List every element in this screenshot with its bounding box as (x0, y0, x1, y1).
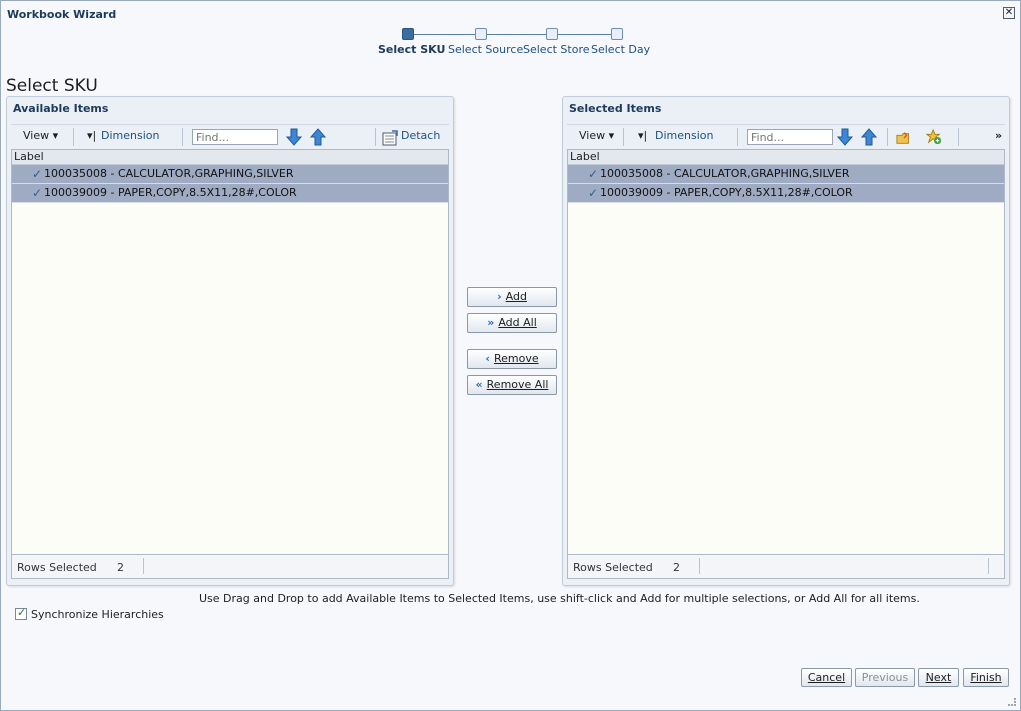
train-stop-select-day[interactable] (611, 28, 623, 40)
add-all-button[interactable]: » Add All (467, 313, 557, 333)
chevron-right-icon: › (497, 290, 502, 303)
label-column-header[interactable]: Label (568, 150, 1004, 165)
remove-label: Remove (493, 352, 539, 365)
rows-selected-label: Rows Selected (573, 561, 653, 574)
favorite-add-icon[interactable] (926, 128, 942, 146)
overflow-chevron-icon[interactable]: » (995, 129, 1002, 142)
label-column-header[interactable]: Label (12, 150, 448, 165)
table-row[interactable]: ✓ 100035008 - CALCULATOR,GRAPHING,SILVER (568, 165, 1004, 184)
workbook-wizard-dialog: Workbook Wizard ✕ Select SKU Select Sour… (0, 0, 1021, 711)
row-label: 100035008 - CALCULATOR,GRAPHING,SILVER (44, 167, 294, 180)
folder-icon[interactable] (896, 129, 912, 147)
train-line (414, 34, 614, 35)
checkmark-icon: ✓ (588, 186, 599, 200)
chevron-left-icon: ‹ (485, 352, 490, 365)
toolbar-separator (623, 128, 624, 146)
checkmark-icon: ✓ (588, 167, 599, 181)
arrow-up-icon[interactable] (310, 128, 326, 146)
toolbar-separator (182, 128, 183, 146)
available-toolbar: View ▾ ▾| Dimension Detach (11, 124, 449, 148)
step-label-select-day[interactable]: Select Day (591, 43, 650, 56)
remove-button[interactable]: ‹ Remove (467, 349, 557, 369)
page-heading: Select SKU (6, 76, 98, 96)
close-icon[interactable]: ✕ (1003, 7, 1015, 19)
dimension-dropdown-icon[interactable]: ▾| (638, 129, 647, 142)
resize-grip-icon[interactable] (1008, 698, 1016, 706)
rows-selected-label: Rows Selected (17, 561, 97, 574)
row-label: 100035008 - CALCULATOR,GRAPHING,SILVER (600, 167, 850, 180)
add-label: Add (505, 290, 527, 303)
double-chevron-left-icon: « (475, 378, 483, 391)
rows-selected-count: 2 (117, 561, 124, 574)
available-items-title: Available Items (13, 102, 109, 115)
row-label: 100039009 - PAPER,COPY,8.5X11,28#,COLOR (600, 186, 853, 199)
previous-button[interactable]: Previous (855, 668, 915, 687)
selected-items-table: Label ✓ 100035008 - CALCULATOR,GRAPHING,… (567, 149, 1005, 555)
title-bar: Workbook Wizard ✕ (1, 1, 1020, 27)
view-menu-button[interactable]: View ▾ (23, 129, 58, 142)
train-stop-select-sku[interactable] (402, 28, 414, 40)
selected-status-bar: Rows Selected 2 (567, 555, 1005, 579)
add-all-label: Add All (498, 316, 537, 329)
toolbar-separator (887, 128, 888, 146)
arrow-down-icon[interactable] (286, 128, 302, 146)
step-label-select-source[interactable]: Select Source (448, 43, 523, 56)
status-separator (699, 558, 700, 574)
checkmark-icon: ✓ (32, 186, 43, 200)
status-separator (143, 558, 144, 574)
available-items-table: Label ✓ 100035008 - CALCULATOR,GRAPHING,… (11, 149, 449, 555)
selected-toolbar: View ▾ ▾| Dimension » (567, 124, 1005, 148)
table-row[interactable]: ✓ 100039009 - PAPER,COPY,8.5X11,28#,COLO… (12, 184, 448, 203)
table-row[interactable]: ✓ 100035008 - CALCULATOR,GRAPHING,SILVER (12, 165, 448, 184)
toolbar-separator (737, 128, 738, 146)
selected-find-input[interactable] (747, 129, 833, 145)
rows-selected-count: 2 (673, 561, 680, 574)
remove-all-label: Remove All (486, 378, 549, 391)
detach-icon[interactable] (382, 129, 398, 147)
toolbar-separator (73, 128, 74, 146)
view-menu-button[interactable]: View ▾ (579, 129, 614, 142)
arrow-up-icon[interactable] (861, 128, 877, 146)
available-items-panel: Available Items View ▾ ▾| Dimension Deta… (6, 96, 454, 586)
double-chevron-right-icon: » (487, 316, 495, 329)
selected-items-title: Selected Items (569, 102, 662, 115)
wizard-train: Select SKU Select Source Select Store Se… (371, 27, 651, 59)
remove-all-button[interactable]: «Remove All (467, 375, 557, 395)
synchronize-hierarchies-label: Synchronize Hierarchies (31, 608, 164, 621)
available-status-bar: Rows Selected 2 (11, 555, 449, 579)
arrow-down-icon[interactable] (837, 128, 853, 146)
toolbar-separator (375, 128, 376, 146)
cancel-button[interactable]: Cancel (801, 668, 852, 687)
dimension-dropdown-icon[interactable]: ▾| (87, 129, 96, 142)
synchronize-hierarchies-checkbox[interactable]: Synchronize Hierarchies (15, 606, 164, 621)
next-button[interactable]: Next (918, 668, 959, 687)
step-label-select-store[interactable]: Select Store (523, 43, 590, 56)
train-stop-select-store[interactable] (546, 28, 558, 40)
detach-button[interactable]: Detach (401, 129, 440, 142)
dimension-button[interactable]: Dimension (101, 129, 159, 142)
train-stop-select-source[interactable] (475, 28, 487, 40)
dialog-title: Workbook Wizard (7, 8, 117, 21)
dimension-button[interactable]: Dimension (655, 129, 713, 142)
selected-items-panel: Selected Items View ▾ ▾| Dimension Find.… (562, 96, 1010, 586)
step-label-select-sku: Select SKU (378, 43, 446, 56)
finish-button[interactable]: Finish (963, 668, 1009, 687)
checkmark-icon: ✓ (32, 167, 43, 181)
status-separator (988, 558, 989, 574)
table-row[interactable]: ✓ 100039009 - PAPER,COPY,8.5X11,28#,COLO… (568, 184, 1004, 203)
row-label: 100039009 - PAPER,COPY,8.5X11,28#,COLOR (44, 186, 297, 199)
checkbox-checked-icon[interactable] (15, 606, 27, 620)
drag-drop-hint: Use Drag and Drop to add Available Items… (199, 592, 920, 605)
available-find-input[interactable] (192, 129, 278, 145)
add-button[interactable]: › Add (467, 287, 557, 307)
toolbar-separator (958, 128, 959, 146)
